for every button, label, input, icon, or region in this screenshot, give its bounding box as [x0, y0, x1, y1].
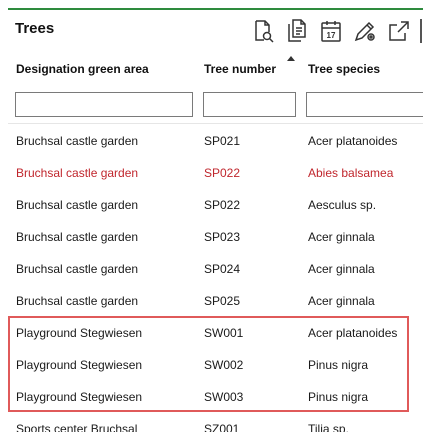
cell-designation: Bruchsal castle garden	[16, 166, 139, 180]
table-body: Bruchsal castle garden SP021 Acer platan…	[0, 125, 423, 432]
cell-tree-species: Pinus nigra	[308, 358, 369, 372]
cell-tree-species: Pinus nigra	[308, 390, 369, 404]
cell-tree-number: SZ001	[204, 422, 240, 432]
cell-tree-species: Aesculus sp.	[308, 198, 377, 212]
table-row[interactable]: Bruchsal castle garden SP022 Aesculus sp…	[0, 189, 423, 221]
cell-tree-number: SP021	[204, 134, 241, 148]
column-header-tree-species[interactable]: Tree species	[308, 62, 380, 76]
sort-ascending-icon	[287, 56, 295, 61]
toolbar: 17	[246, 15, 416, 47]
table-row[interactable]: Bruchsal castle garden SP025 Acer ginnal…	[0, 285, 423, 317]
cell-designation: Bruchsal castle garden	[16, 198, 139, 212]
table-row[interactable]: Playground Stegwiesen SW002 Pinus nigra	[0, 349, 423, 381]
copy-documents-button[interactable]	[280, 15, 314, 47]
table-row[interactable]: Bruchsal castle garden SP023 Acer ginnal…	[0, 221, 423, 253]
cell-designation: Playground Stegwiesen	[16, 358, 143, 372]
cell-designation: Bruchsal castle garden	[16, 294, 139, 308]
filter-tree-number-input[interactable]	[203, 92, 296, 117]
cell-designation: Bruchsal castle garden	[16, 230, 139, 244]
cell-tree-number: SP023	[204, 230, 241, 244]
cell-tree-number: SP024	[204, 262, 241, 276]
cell-tree-species: Acer ginnala	[308, 294, 375, 308]
table-row[interactable]: Playground Stegwiesen SW001 Acer platano…	[0, 317, 423, 349]
table-row[interactable]: Sports center Bruchsal SZ001 Tilia sp.	[0, 413, 423, 432]
cell-designation: Playground Stegwiesen	[16, 326, 143, 340]
cell-tree-number: SW003	[204, 390, 244, 404]
table-row[interactable]: Bruchsal castle garden SP024 Acer ginnal…	[0, 253, 423, 285]
cell-tree-number: SP022	[204, 166, 241, 180]
edit-settings-button[interactable]	[348, 15, 382, 47]
calendar-icon: 17	[321, 21, 341, 42]
documents-copy-icon	[288, 19, 306, 42]
cell-tree-number: SW001	[204, 326, 244, 340]
column-header-designation[interactable]: Designation green area	[16, 62, 149, 76]
export-icon	[389, 21, 409, 41]
export-button[interactable]	[382, 15, 416, 47]
cell-tree-number: SP025	[204, 294, 241, 308]
cell-tree-species: Acer platanoides	[308, 134, 398, 148]
table-divider	[8, 123, 423, 124]
cell-tree-species: Tilia sp.	[308, 422, 349, 432]
svg-text:17: 17	[327, 31, 336, 40]
cell-tree-number: SP022	[204, 198, 241, 212]
column-header-tree-number[interactable]: Tree number	[204, 62, 276, 76]
table-row[interactable]: Bruchsal castle garden SP022 Abies balsa…	[0, 157, 423, 189]
table-row[interactable]: Bruchsal castle garden SP021 Acer platan…	[0, 125, 423, 157]
cell-designation: Bruchsal castle garden	[16, 262, 139, 276]
cell-designation: Bruchsal castle garden	[16, 134, 139, 148]
panel-top-accent-line	[8, 8, 423, 10]
filter-tree-species-input[interactable]	[306, 92, 423, 117]
search-document-button[interactable]	[246, 15, 280, 47]
table-row[interactable]: Playground Stegwiesen SW003 Pinus nigra	[0, 381, 423, 413]
filter-designation-input[interactable]	[15, 92, 193, 117]
cell-designation: Sports center Bruchsal	[16, 422, 138, 432]
pencil-settings-icon	[354, 21, 375, 42]
cell-designation: Playground Stegwiesen	[16, 390, 143, 404]
calendar-button[interactable]: 17	[314, 15, 348, 47]
cell-tree-species: Abies balsamea	[308, 166, 394, 180]
cell-tree-species: Acer ginnala	[308, 230, 375, 244]
document-search-icon	[255, 20, 274, 43]
cell-tree-species: Acer platanoides	[308, 326, 398, 340]
cell-tree-species: Acer ginnala	[308, 262, 375, 276]
cell-tree-number: SW002	[204, 358, 244, 372]
panel-title: Trees	[15, 20, 55, 37]
